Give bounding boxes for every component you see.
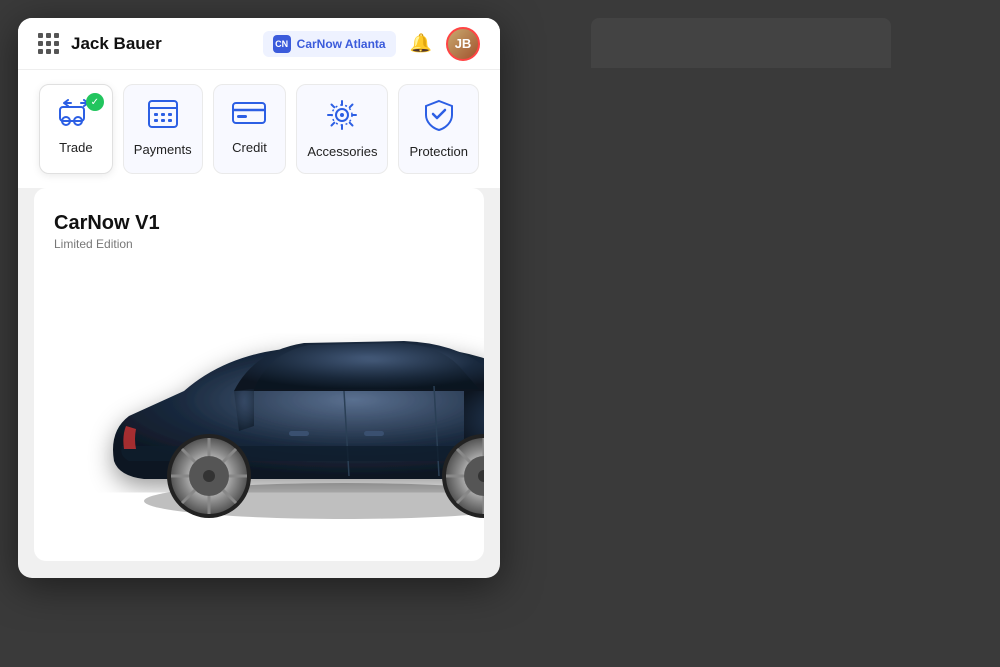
nav-card-trade[interactable]: ✓ Trade: [39, 84, 113, 174]
vehicle-section: CarNow V1 Limited Edition View Vehicle D…: [34, 188, 484, 561]
payments-label: Payments: [134, 142, 192, 157]
avatar[interactable]: JB: [446, 27, 480, 61]
nav-cards: ✓ Trade: [18, 70, 500, 188]
main-content: CarNow V1 Limited Edition View Vehicle D…: [34, 188, 484, 561]
bell-icon[interactable]: 🔔: [410, 33, 432, 54]
app-window: Jack Bauer CN CarNow Atlanta 🔔 JB ✓: [18, 18, 500, 578]
nav-card-credit[interactable]: Credit: [213, 84, 287, 174]
protection-icon: [424, 99, 454, 136]
credit-label: Credit: [232, 140, 267, 155]
dealer-name: CarNow Atlanta: [297, 37, 386, 51]
header-right: CN CarNow Atlanta 🔔 JB: [263, 27, 480, 61]
nav-card-payments[interactable]: Payments: [123, 84, 203, 174]
apps-icon[interactable]: [38, 33, 59, 54]
accessories-label: Accessories: [307, 144, 377, 159]
page-title: Jack Bauer: [71, 34, 162, 54]
header: Jack Bauer CN CarNow Atlanta 🔔 JB: [18, 18, 500, 70]
protection-label: Protection: [409, 144, 468, 159]
header-left: Jack Bauer: [38, 33, 162, 54]
dealer-icon: CN: [273, 35, 291, 53]
check-badge-trade: ✓: [86, 93, 104, 111]
car-image: G: [54, 261, 484, 541]
payments-icon: [147, 99, 179, 134]
avatar-initials: JB: [455, 36, 472, 51]
nav-card-accessories[interactable]: Accessories: [296, 84, 388, 174]
trade-label: Trade: [59, 140, 92, 155]
vehicle-subtitle: Limited Edition: [54, 237, 484, 251]
accessories-icon: [326, 99, 358, 136]
vehicle-title: CarNow V1: [54, 212, 484, 235]
dealer-badge[interactable]: CN CarNow Atlanta: [263, 31, 396, 57]
nav-card-protection[interactable]: Protection: [398, 84, 479, 174]
credit-icon: [231, 99, 267, 132]
